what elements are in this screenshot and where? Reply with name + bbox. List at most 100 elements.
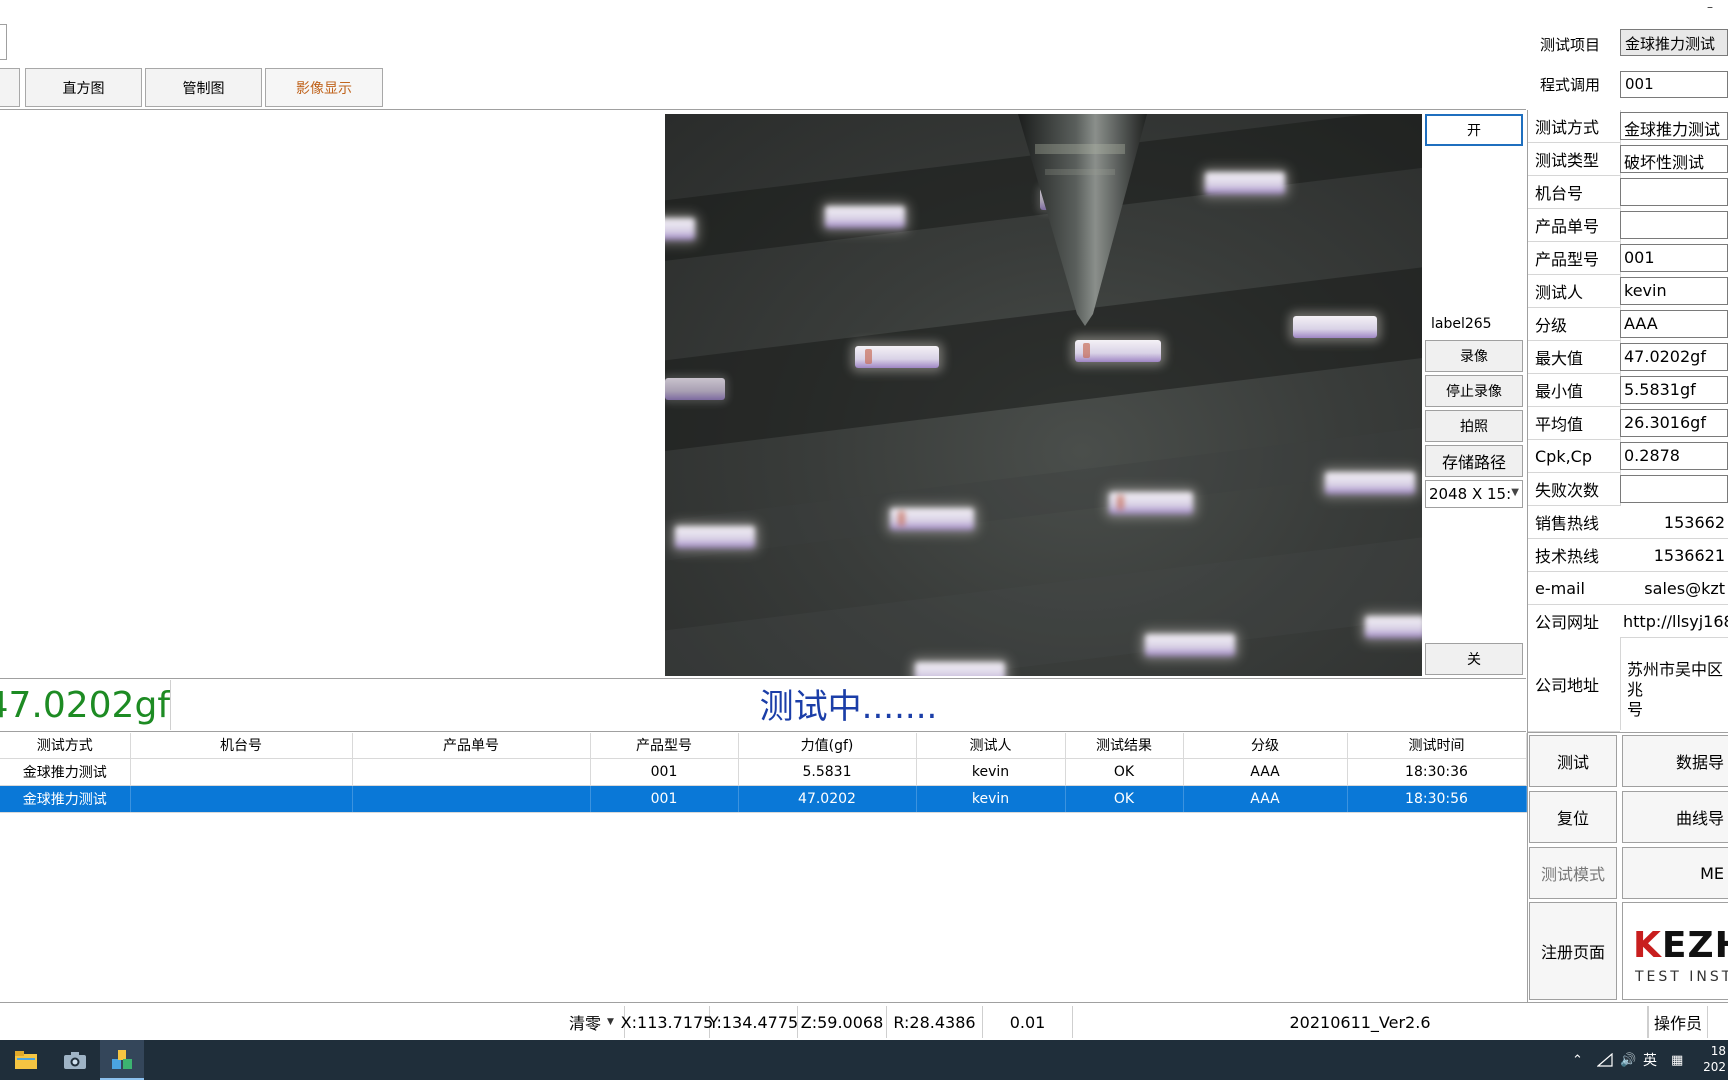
results-grid[interactable]: 测试方式 机台号 产品单号 产品型号 力值(gf) 测试人 测试结果 分级 测试… bbox=[0, 733, 1527, 813]
grade-field[interactable]: AAA bbox=[1620, 310, 1728, 338]
logo-wordmark: KEZHU bbox=[1633, 925, 1728, 966]
camera-status-label: label265 bbox=[1431, 316, 1492, 332]
max-value-field[interactable]: 47.0202gf bbox=[1620, 343, 1728, 371]
col-test-method[interactable]: 测试方式 bbox=[0, 733, 131, 759]
email-label: e-mail bbox=[1528, 572, 1620, 605]
tech-hotline-value: 1536621 bbox=[1620, 539, 1728, 572]
test-mode-value[interactable]: ME bbox=[1622, 847, 1728, 899]
testing-status: 测试中....... bbox=[759, 687, 938, 727]
test-mode-label: 测试模式 bbox=[1529, 847, 1617, 899]
machine-no-label: 机台号 bbox=[1528, 176, 1620, 209]
program-input[interactable]: 001 bbox=[1620, 71, 1728, 98]
cell: 001 bbox=[590, 758, 739, 786]
col-result[interactable]: 测试结果 bbox=[1065, 733, 1184, 759]
max-value-label: 最大值 bbox=[1528, 341, 1620, 374]
cpk-cp-field[interactable]: 0.2878 bbox=[1620, 442, 1728, 470]
tab-partial[interactable] bbox=[0, 68, 20, 107]
cell: 47.0202 bbox=[738, 785, 917, 813]
camera-close-button[interactable]: 关 bbox=[1425, 643, 1523, 675]
col-tester[interactable]: 测试人 bbox=[916, 733, 1066, 759]
min-value-label: 最小值 bbox=[1528, 374, 1620, 407]
network-icon[interactable] bbox=[1597, 1049, 1613, 1071]
tester-field[interactable]: kevin bbox=[1620, 277, 1728, 305]
avg-value-label: 平均值 bbox=[1528, 407, 1620, 440]
cell: AAA bbox=[1183, 758, 1348, 786]
product-model-label: 产品型号 bbox=[1528, 242, 1620, 275]
app-window: – 直方图 管制图 影像显示 测试项目 金球推力测试 程式调用 001 开 la… bbox=[0, 0, 1728, 1080]
product-model-field[interactable]: 001 bbox=[1620, 244, 1728, 272]
cell: 18:30:36 bbox=[1347, 758, 1527, 786]
tray-chevron-icon[interactable]: ⌃ bbox=[1572, 1049, 1583, 1071]
ime-grid-icon[interactable]: ▦ bbox=[1671, 1049, 1683, 1071]
file-explorer-icon[interactable] bbox=[4, 1040, 48, 1080]
reset-button[interactable]: 复位 bbox=[1529, 791, 1617, 843]
table-row[interactable]: 金球推力测试 001 5.5831 kevin OK AAA 18:30:36 bbox=[0, 758, 1527, 786]
test-item-label: 测试项目 bbox=[1540, 36, 1601, 54]
address-value: 苏州市吴中区兆 号 bbox=[1627, 660, 1728, 720]
grade-label: 分级 bbox=[1528, 308, 1620, 341]
test-method-field[interactable]: 金球推力测试 bbox=[1620, 112, 1728, 140]
x-readout: X:113.7175 bbox=[621, 1006, 713, 1038]
cell: 18:30:56 bbox=[1347, 785, 1527, 813]
sales-hotline-label: 销售热线 bbox=[1528, 506, 1620, 539]
fail-count-label: 失败次数 bbox=[1528, 473, 1620, 506]
record-button[interactable]: 录像 bbox=[1425, 340, 1523, 372]
zero-dropdown[interactable]: 清零 ▼ bbox=[560, 1006, 623, 1038]
camera-view bbox=[665, 114, 1422, 676]
tab-histogram[interactable]: 直方图 bbox=[25, 68, 142, 107]
table-row-selected[interactable]: 金球推力测试 001 47.0202 kevin OK AAA 18:30:56 bbox=[0, 785, 1527, 813]
company-logo: KEZHU TEST INST bbox=[1622, 902, 1728, 1000]
fail-count-field[interactable] bbox=[1620, 475, 1728, 503]
r-readout: R:28.4386 bbox=[887, 1006, 983, 1038]
step-readout: 0.01 bbox=[983, 1006, 1073, 1038]
tester-label: 测试人 bbox=[1528, 275, 1620, 308]
test-button[interactable]: 测试 bbox=[1529, 735, 1617, 787]
test-type-field[interactable]: 破坏性测试 bbox=[1620, 145, 1728, 173]
probe-tip bbox=[1018, 114, 1147, 326]
operator-label[interactable]: 操作员 bbox=[1648, 1006, 1708, 1038]
program-label: 程式调用 bbox=[1540, 76, 1601, 94]
cell: 金球推力测试 bbox=[0, 785, 131, 813]
avg-value-field[interactable]: 26.3016gf bbox=[1620, 409, 1728, 437]
logo-subtitle: TEST INST bbox=[1635, 969, 1728, 985]
cell: OK bbox=[1065, 785, 1184, 813]
curve-export-button[interactable]: 曲线导 bbox=[1622, 791, 1728, 843]
order-no-field[interactable] bbox=[1620, 211, 1728, 239]
snapshot-button[interactable]: 拍照 bbox=[1425, 410, 1523, 442]
address-line-2: 号 bbox=[1627, 700, 1644, 719]
clock[interactable]: 18 202 bbox=[1700, 1043, 1726, 1075]
data-export-button[interactable]: 数据导 bbox=[1622, 735, 1728, 787]
tab-image-display[interactable]: 影像显示 bbox=[265, 68, 383, 107]
col-machine-no[interactable]: 机台号 bbox=[130, 733, 353, 759]
col-order-no[interactable]: 产品单号 bbox=[352, 733, 591, 759]
tab-control-chart[interactable]: 管制图 bbox=[145, 68, 262, 107]
stop-record-button[interactable]: 停止录像 bbox=[1425, 375, 1523, 407]
col-test-time[interactable]: 测试时间 bbox=[1347, 733, 1527, 759]
sales-hotline-value: 153662 bbox=[1620, 506, 1728, 539]
top-left-input[interactable] bbox=[0, 24, 7, 60]
minimize-button[interactable]: – bbox=[1700, 0, 1720, 14]
machine-no-field[interactable] bbox=[1620, 178, 1728, 206]
cell bbox=[130, 758, 353, 786]
test-type-label: 测试类型 bbox=[1528, 143, 1620, 176]
current-force-value: 47.0202gf bbox=[0, 685, 170, 726]
taskbar bbox=[0, 1040, 1728, 1080]
cpk-cp-label: Cpk,Cp bbox=[1528, 440, 1620, 473]
chart-area bbox=[0, 114, 664, 676]
min-value-field[interactable]: 5.5831gf bbox=[1620, 376, 1728, 404]
tester-app-icon[interactable] bbox=[100, 1040, 144, 1080]
camera-app-icon[interactable] bbox=[53, 1040, 97, 1080]
ime-indicator[interactable]: 英 bbox=[1643, 1049, 1657, 1071]
test-item-select[interactable]: 金球推力测试 bbox=[1620, 29, 1728, 56]
col-product-model[interactable]: 产品型号 bbox=[590, 733, 739, 759]
volume-icon[interactable]: 🔊 bbox=[1620, 1049, 1636, 1071]
zero-label: 清零 bbox=[569, 1014, 602, 1033]
resolution-select[interactable]: 2048 X 15: ▼ bbox=[1425, 480, 1523, 508]
version-label: 20210611_Ver2.6 bbox=[1073, 1006, 1648, 1038]
save-path-button[interactable]: 存储路径 bbox=[1425, 445, 1523, 477]
chevron-down-icon: ▼ bbox=[1511, 487, 1519, 498]
col-grade[interactable]: 分级 bbox=[1183, 733, 1348, 759]
col-force[interactable]: 力值(gf) bbox=[738, 733, 917, 759]
camera-open-button[interactable]: 开 bbox=[1425, 114, 1523, 146]
register-page-button[interactable]: 注册页面 bbox=[1529, 902, 1617, 1000]
